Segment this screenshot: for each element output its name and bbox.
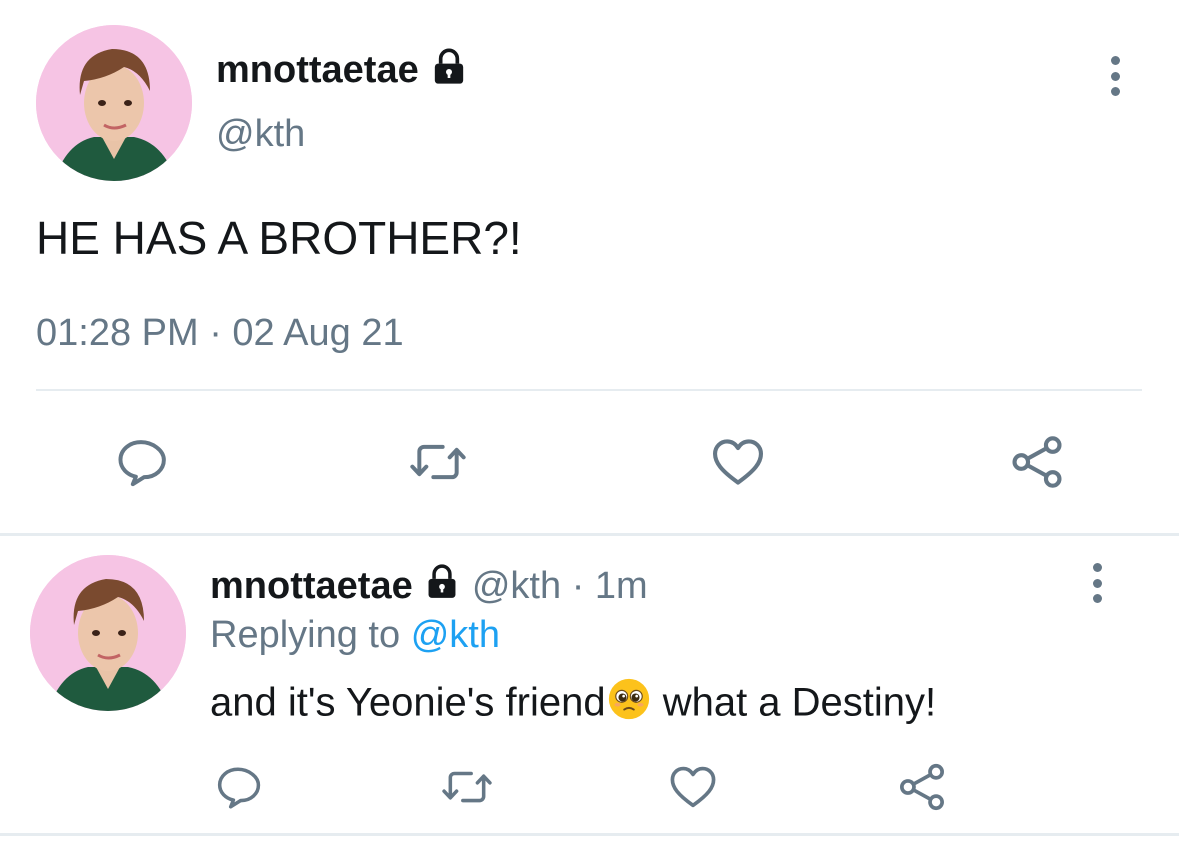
pleading-face-emoji (606, 676, 652, 734)
reply-button[interactable] (111, 432, 171, 492)
share-icon (1012, 436, 1062, 488)
tweet-text-part: what a Destiny! (651, 680, 937, 725)
like-button[interactable] (708, 432, 768, 492)
tweet-age: · 1m (571, 565, 648, 607)
author-display-name[interactable]: mnottaetae (210, 565, 413, 607)
avatar-image (30, 555, 186, 711)
tweet-separator (0, 833, 1179, 836)
tweet-timestamp[interactable]: 01:28 PM · 02 Aug 21 (36, 310, 404, 356)
reply-header: mnottaetae @kth · 1m (210, 563, 648, 612)
share-button[interactable] (1007, 432, 1067, 492)
share-icon (900, 763, 944, 811)
share-button[interactable] (895, 760, 949, 814)
tweet-separator (0, 533, 1179, 536)
like-button[interactable] (666, 760, 720, 814)
more-vert-icon[interactable] (1101, 56, 1129, 96)
avatar-image (36, 25, 192, 181)
tweet-text: HE HAS A BROTHER?! (36, 212, 522, 264)
author-handle[interactable]: @kth (216, 112, 305, 156)
retweet-icon (442, 771, 492, 803)
retweet-button[interactable] (438, 760, 496, 814)
tweet-text: and it's Yeonie's friend what a Destiny! (210, 676, 936, 734)
author-handle[interactable]: @kth (472, 565, 561, 607)
like-icon (670, 766, 716, 808)
avatar[interactable] (36, 25, 192, 181)
author-name-row[interactable]: mnottaetae (216, 47, 469, 97)
tweet-text-part: and it's Yeonie's friend (210, 680, 606, 725)
more-vert-icon[interactable] (1083, 563, 1111, 603)
lock-icon (429, 47, 469, 97)
retweet-icon (410, 444, 466, 480)
divider (36, 389, 1142, 391)
retweet-button[interactable] (406, 432, 470, 492)
reply-icon (118, 440, 166, 487)
author-display-name[interactable]: mnottaetae (216, 49, 419, 91)
replying-to-label: Replying to (210, 614, 401, 656)
like-icon (712, 439, 764, 485)
replying-to-handle-link[interactable]: @kth (411, 614, 500, 656)
lock-icon (423, 563, 461, 612)
replying-to: Replying to @kth (210, 612, 500, 658)
avatar[interactable] (30, 555, 186, 711)
reply-button[interactable] (211, 760, 265, 814)
reply-icon (217, 767, 261, 809)
